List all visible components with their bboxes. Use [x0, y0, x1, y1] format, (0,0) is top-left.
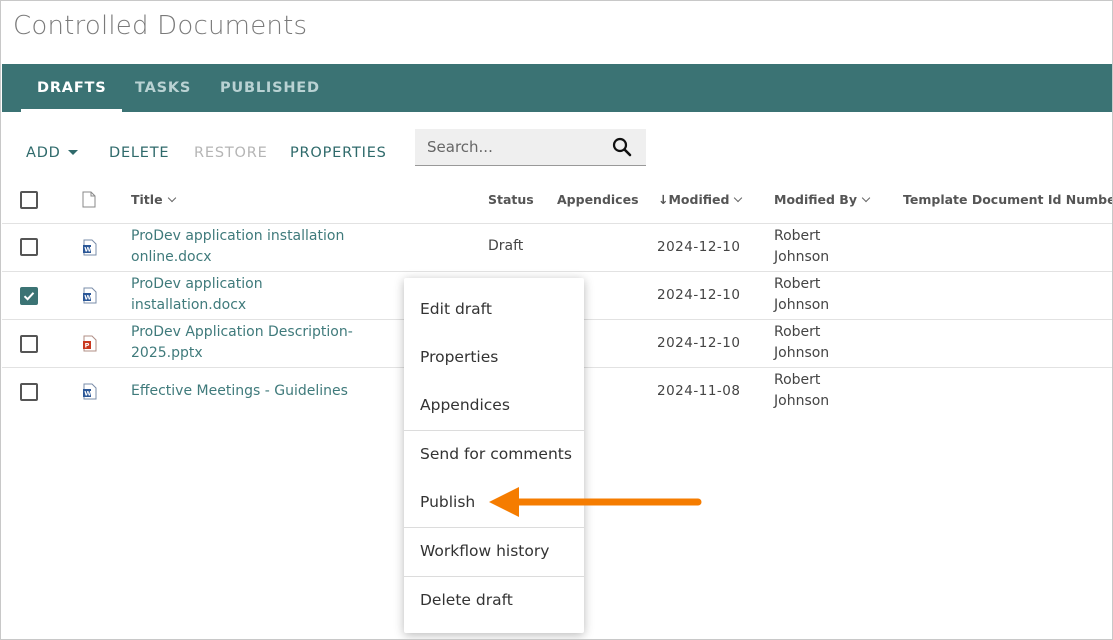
pointer-arrow-icon [489, 487, 702, 517]
app-window: Controlled Documents DRAFTS TASKS PUBLIS… [0, 0, 1113, 640]
